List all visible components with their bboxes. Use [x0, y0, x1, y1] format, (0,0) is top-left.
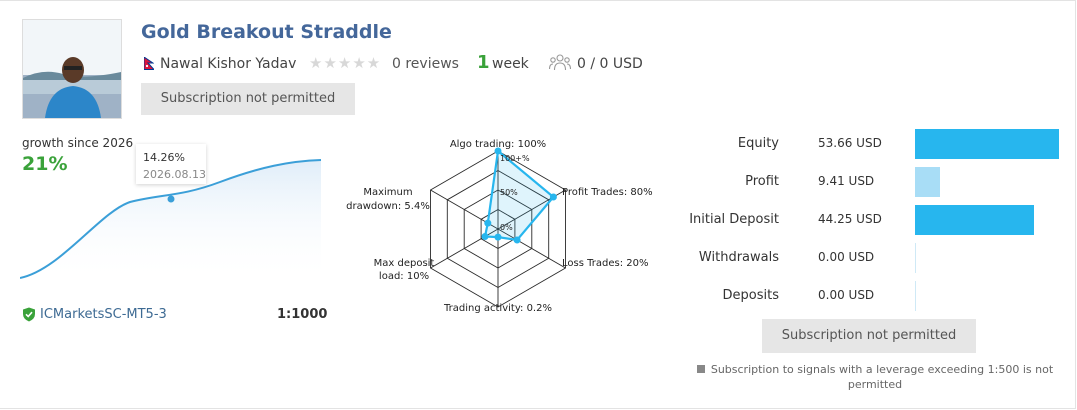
stat-value-deposits: 0.00 USD: [818, 288, 875, 302]
verified-shield-icon: [22, 307, 36, 326]
stat-label-initial-deposit: Initial Deposit: [689, 212, 779, 227]
tooltip-value: 14.26%: [143, 151, 185, 164]
nepal-flag-icon: [143, 56, 156, 74]
radar-scale-top: 100+%: [500, 154, 530, 163]
stat-value-equity: 53.66 USD: [818, 136, 882, 150]
growth-marker: [167, 195, 175, 203]
radar-chart: 100+% 50% 0% Algo trading: 100% Profit T…: [346, 139, 653, 314]
stat-bar-equity: [915, 129, 1059, 159]
radar-label-loss: Loss Trades: 20%: [562, 258, 648, 269]
author-name[interactable]: Nawal Kishor Yadav: [160, 56, 296, 72]
stat-bar-profit: [915, 167, 940, 197]
broker-server[interactable]: ICMarketsSC-MT5-3: [40, 307, 167, 322]
subscribers-count: 0 / 0 USD: [577, 56, 643, 72]
rating-stars: ★★★★★: [309, 54, 382, 72]
radar-label-profit: Profit Trades: 80%: [562, 187, 653, 198]
info-icon: [696, 365, 705, 373]
author-avatar[interactable]: [22, 19, 122, 119]
tooltip-date: 2026.08.13: [143, 168, 206, 181]
stat-value-withdrawals: 0.00 USD: [818, 250, 875, 264]
stat-label-deposits: Deposits: [722, 288, 779, 303]
radar-label-drawdown-1: Maximum: [363, 187, 412, 198]
subscribers-icon: [548, 53, 572, 77]
radar-point: [494, 233, 502, 241]
leverage-note: Subscription to signals with a leverage …: [690, 362, 1060, 392]
radar-point: [513, 236, 521, 244]
stat-value-initial-deposit: 44.25 USD: [818, 212, 882, 226]
growth-label: growth since 2026: [22, 136, 134, 150]
radar-label-deposit-1: Max deposit: [374, 258, 435, 269]
radar-label-algo: Algo trading: 100%: [450, 139, 546, 150]
growth-tooltip: 14.26% 2026.08.13: [136, 144, 206, 184]
radar-point: [549, 193, 557, 201]
radar-label-drawdown-2: drawdown: 5.4%: [346, 201, 430, 212]
stat-label-withdrawals: Withdrawals: [698, 250, 779, 265]
stat-bar-withdrawals: [915, 243, 916, 273]
stat-label-equity: Equity: [737, 136, 779, 151]
stat-value-profit: 9.41 USD: [818, 174, 875, 188]
weeks-count: 1: [477, 52, 490, 73]
leverage-note-text: Subscription to signals with a leverage …: [710, 363, 1054, 391]
radar-scale-mid: 50%: [500, 188, 518, 197]
reviews-link[interactable]: 0 reviews: [392, 56, 459, 72]
radar-label-deposit-2: load: 10%: [379, 271, 429, 282]
weeks-label: week: [492, 56, 529, 72]
radar-scale-zero: 0%: [500, 223, 513, 232]
signal-title[interactable]: Gold Breakout Straddle: [141, 21, 392, 43]
subscribe-button[interactable]: Subscription not permitted: [141, 83, 355, 115]
stat-bar-initial-deposit: [915, 205, 1034, 235]
radar-point: [481, 233, 489, 240]
radar-area: [483, 148, 555, 242]
stat-bar-deposits: [915, 281, 916, 311]
account-leverage: 1:1000: [277, 307, 328, 322]
subscribe-button-bottom[interactable]: Subscription not permitted: [762, 319, 976, 353]
stat-label-profit: Profit: [745, 174, 779, 189]
radar-label-activity: Trading activity: 0.2%: [443, 303, 552, 314]
radar-point: [484, 219, 492, 227]
